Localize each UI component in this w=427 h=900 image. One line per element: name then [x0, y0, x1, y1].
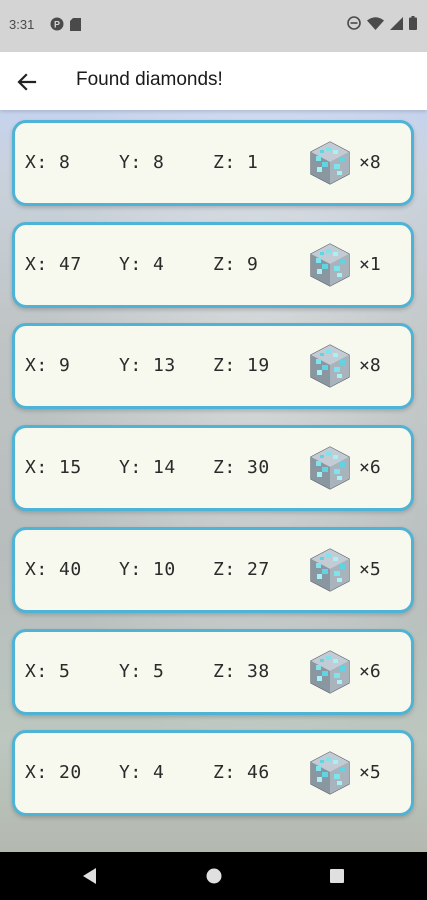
- z-coordinate: Z: 30: [213, 457, 270, 479]
- y-coordinate: Y: 4: [119, 762, 165, 784]
- battery-icon: [409, 16, 417, 30]
- z-coordinate: Z: 9: [213, 253, 259, 275]
- recents-square-icon[interactable]: [326, 865, 348, 887]
- x-coordinate: X: 47: [25, 253, 82, 275]
- diamond-find-card[interactable]: X: 5 Y: 5 Z: 38 ×6: [12, 628, 414, 715]
- diamond-find-card[interactable]: X: 15 Y: 14 Z: 30 ×6: [12, 425, 414, 512]
- z-coordinate: Z: 19: [213, 355, 270, 377]
- status-right-icons: [347, 16, 417, 30]
- z-coordinate: Z: 46: [213, 762, 270, 784]
- diamond-ore-icon: [310, 649, 350, 694]
- diamond-list: X: 8 Y: 8 Z: 1 ×8 X: 47 Y: 4 Z: 9 ×1 X: …: [0, 110, 427, 852]
- back-triangle-icon[interactable]: [79, 865, 101, 887]
- diamond-ore-icon: [310, 446, 350, 490]
- diamond-find-card[interactable]: X: 40 Y: 10 Z: 27 ×5: [12, 526, 414, 613]
- system-nav-bar: [0, 852, 427, 900]
- x-coordinate: X: 15: [25, 457, 82, 479]
- status-left-icons: P: [50, 17, 81, 31]
- diamond-ore-icon: [310, 141, 350, 185]
- page-title: Found diamonds!: [76, 69, 223, 90]
- x-coordinate: X: 20: [25, 762, 82, 784]
- diamond-count: ×8: [359, 152, 381, 173]
- diamond-find-card[interactable]: X: 20 Y: 4 Z: 46 ×5: [12, 730, 414, 817]
- y-coordinate: Y: 8: [119, 152, 165, 173]
- y-coordinate: Y: 5: [119, 660, 165, 682]
- x-coordinate: X: 5: [25, 660, 71, 682]
- diamond-ore-icon: [310, 344, 350, 389]
- diamond-find-card[interactable]: X: 47 Y: 4 Z: 9 ×1: [12, 221, 414, 308]
- diamond-find-card[interactable]: X: 9 Y: 13 Z: 19 ×8: [12, 323, 414, 410]
- do-not-disturb-icon: [347, 16, 361, 30]
- y-coordinate: Y: 14: [119, 457, 176, 479]
- cellular-icon: [390, 16, 403, 30]
- status-time: 3:31: [9, 17, 35, 32]
- y-coordinate: Y: 10: [119, 558, 176, 580]
- notification-p-icon: P: [50, 17, 64, 31]
- z-coordinate: Z: 1: [213, 152, 259, 173]
- x-coordinate: X: 9: [25, 355, 71, 377]
- home-circle-icon[interactable]: [203, 865, 225, 887]
- diamond-count: ×5: [359, 762, 381, 784]
- y-coordinate: Y: 13: [119, 355, 176, 377]
- diamond-count: ×8: [359, 355, 381, 377]
- diamond-ore-icon: [310, 243, 350, 287]
- back-arrow-icon[interactable]: [14, 69, 40, 95]
- sd-card-icon: [70, 17, 81, 31]
- y-coordinate: Y: 4: [119, 253, 165, 275]
- z-coordinate: Z: 27: [213, 558, 270, 580]
- diamond-ore-icon: [310, 751, 350, 795]
- diamond-count: ×5: [359, 558, 381, 580]
- z-coordinate: Z: 38: [213, 660, 270, 682]
- app-bar: Found diamonds!: [0, 52, 427, 110]
- svg-text:P: P: [54, 20, 60, 30]
- diamond-count: ×6: [359, 457, 381, 479]
- status-bar: 3:31 P: [0, 0, 427, 52]
- x-coordinate: X: 8: [25, 152, 71, 173]
- diamond-count: ×6: [359, 660, 381, 682]
- diamond-count: ×1: [359, 253, 381, 275]
- diamond-find-card[interactable]: X: 8 Y: 8 Z: 1 ×8: [12, 120, 414, 206]
- diamond-ore-icon: [310, 548, 350, 592]
- wifi-icon: [367, 16, 384, 30]
- x-coordinate: X: 40: [25, 558, 82, 580]
